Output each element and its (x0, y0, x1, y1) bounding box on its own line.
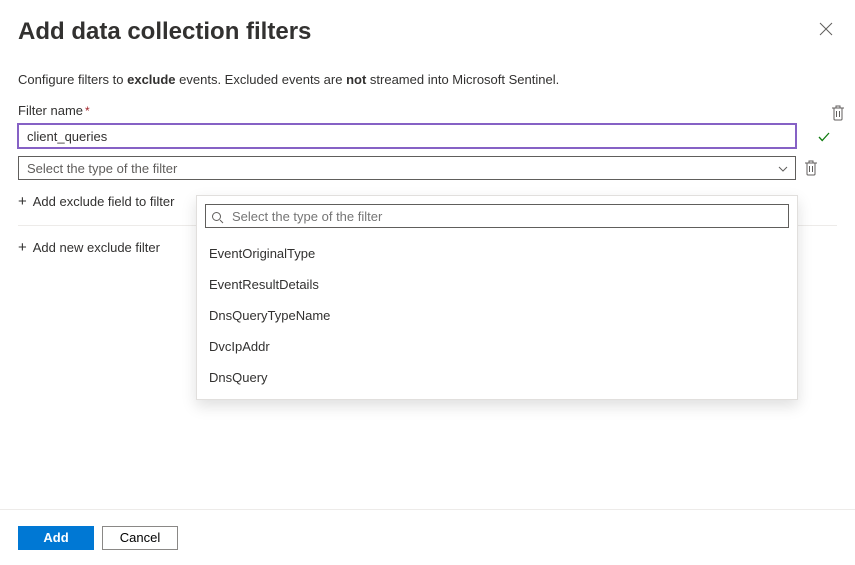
filter-type-dropdown: EventOriginalType EventResultDetails Dns… (196, 195, 798, 400)
dropdown-item[interactable]: DvcIpAddr (205, 331, 789, 362)
chevron-down-icon (777, 161, 789, 176)
dropdown-item[interactable]: EventOriginalType (205, 238, 789, 269)
cancel-button[interactable]: Cancel (102, 526, 178, 550)
panel-title: Add data collection filters (18, 18, 311, 46)
description-text: Configure filters to exclude events. Exc… (18, 72, 837, 87)
filter-type-select[interactable]: Select the type of the filter (18, 156, 796, 180)
filter-type-search-input[interactable] (205, 204, 789, 228)
dropdown-item[interactable]: EventResultDetails (205, 269, 789, 300)
filter-name-label: Filter name (18, 103, 83, 118)
close-icon[interactable] (815, 18, 837, 40)
filter-type-placeholder: Select the type of the filter (27, 161, 177, 176)
plus-icon: + (18, 240, 27, 255)
add-button[interactable]: Add (18, 526, 94, 550)
plus-icon: + (18, 194, 27, 209)
footer: Add Cancel (0, 509, 855, 565)
delete-filter-icon[interactable] (831, 104, 845, 121)
checkmark-icon (817, 128, 831, 144)
filter-name-input[interactable] (18, 124, 796, 148)
delete-field-icon[interactable] (804, 160, 818, 177)
dropdown-item[interactable]: DnsQuery (205, 362, 789, 393)
dropdown-item[interactable]: DnsQueryTypeName (205, 300, 789, 331)
required-asterisk: * (85, 104, 90, 118)
